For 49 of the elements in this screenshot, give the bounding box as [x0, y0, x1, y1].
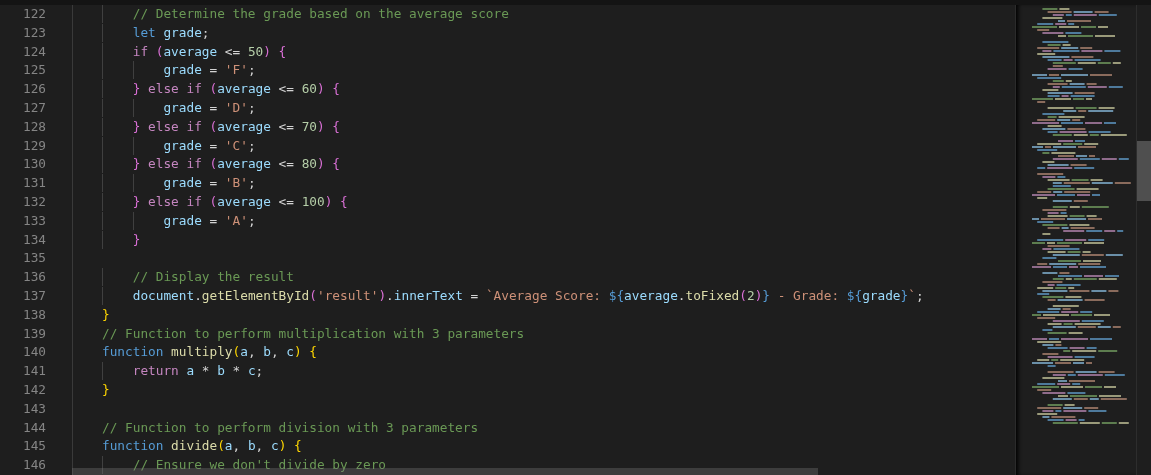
line-number: 135: [21, 249, 46, 268]
scrollbar-thumb[interactable]: [1137, 141, 1151, 201]
code-line: // Ensure we don't divide by zero: [102, 457, 387, 473]
code-line: return a * b * c;: [102, 363, 264, 379]
line-number: 127: [21, 99, 46, 117]
code-line: }: [102, 381, 110, 397]
line-number: 137: [21, 286, 46, 305]
line-number: 143: [21, 399, 46, 418]
line-number: 122: [21, 5, 46, 23]
code-line: grade = 'F';: [102, 62, 256, 78]
code-line: } else if (average <= 60) {: [102, 81, 341, 97]
code-line: } else if (average <= 70) {: [102, 118, 341, 134]
code-line: } else if (average <= 100) {: [102, 193, 348, 209]
code-line: }: [102, 306, 110, 322]
line-number: 134: [21, 230, 46, 249]
line-number: 136: [21, 268, 46, 287]
code-line: function multiply(a, b, c) {: [102, 344, 318, 360]
line-number: 126: [21, 80, 46, 99]
line-number: 140: [21, 343, 46, 362]
code-line: // Determine the grade based on the average score: [102, 6, 509, 21]
code-line: grade = 'A';: [102, 212, 256, 228]
line-number: 132: [21, 192, 46, 211]
code-line: }: [102, 231, 141, 247]
line-number: 125: [21, 61, 46, 80]
code-line: let grade;: [102, 24, 210, 40]
line-number: 138: [21, 305, 46, 324]
line-number: 124: [21, 42, 46, 61]
line-number: 123: [21, 23, 46, 42]
line-number: 128: [21, 117, 46, 136]
code-line: // Function to perform division with 3 parameters: [102, 419, 479, 435]
code-line: grade = 'B';: [102, 175, 256, 191]
code-line: // Function to perform multiplication with 3 parameters: [102, 325, 525, 341]
code-line: document.getElementById('result').innerText = `Average Score: ${average.toFixed(2)} - Grade: ${grade}`;: [102, 287, 924, 303]
line-number: 133: [21, 211, 46, 230]
line-number: 129: [21, 136, 46, 155]
line-number: 144: [21, 418, 46, 437]
line-number: 131: [21, 174, 46, 193]
code-line: if (average <= 50) {: [102, 43, 287, 59]
code-line: grade = 'C';: [102, 137, 256, 153]
code-line: grade = 'D';: [102, 100, 256, 115]
line-number: 139: [21, 324, 46, 343]
code-line: // Display the result: [102, 269, 294, 285]
line-number: 145: [21, 437, 46, 456]
line-number: 130: [21, 155, 46, 174]
line-number: 146: [21, 456, 46, 475]
code-line: function divide(a, b, c) {: [102, 438, 302, 454]
line-number: 142: [21, 380, 46, 399]
line-number: 141: [21, 362, 46, 381]
code-line: } else if (average <= 80) {: [102, 156, 341, 172]
